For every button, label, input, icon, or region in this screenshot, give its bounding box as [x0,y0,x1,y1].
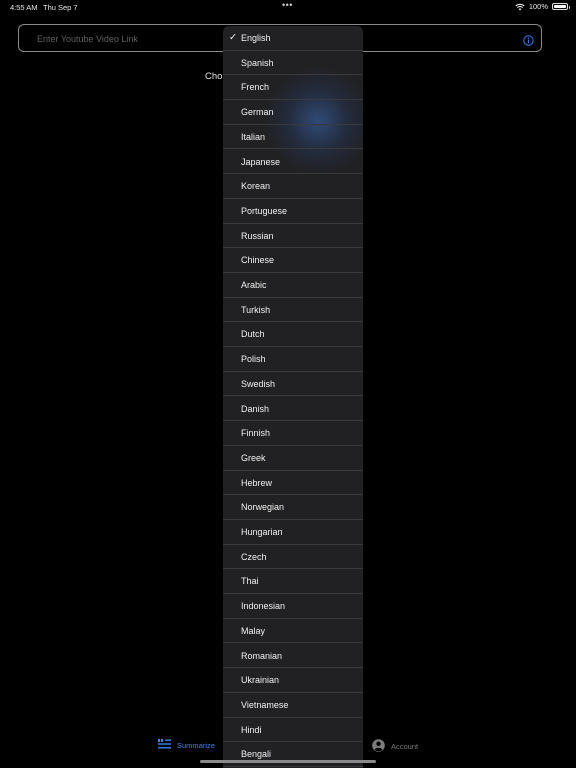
language-option[interactable]: Turkish [223,298,363,323]
language-option[interactable]: Hebrew [223,471,363,496]
language-option[interactable]: Danish [223,397,363,422]
language-option[interactable]: Russian [223,224,363,249]
checkmark-icon: ✓ [229,32,237,43]
language-option-label: Danish [241,403,270,414]
language-option-label: Arabic [241,280,267,290]
divider [223,765,363,767]
status-date: Thu Sep 7 [43,3,78,12]
language-option-label: Dutch [241,329,265,340]
language-option-label: Czech [241,551,267,562]
multitasking-dots[interactable]: ••• [282,0,293,10]
language-option[interactable]: Norwegian [223,495,363,520]
language-option[interactable]: Greek [223,446,363,471]
language-option-label: Greek [241,452,266,463]
video-link-input[interactable] [37,32,237,46]
home-indicator [200,760,376,763]
language-option-label: Italian [241,131,266,142]
language-option[interactable]: Chinese [223,248,363,273]
info-icon[interactable] [523,33,534,46]
status-time: 4:55 AM [10,3,38,12]
language-option[interactable]: Arabic [223,273,363,298]
language-option-label: German [241,107,274,118]
language-option[interactable]: Japanese [223,150,363,175]
language-option[interactable]: Finnish [223,421,363,446]
language-option-label: Spanish [241,57,274,68]
language-option-label: Malay [241,625,266,636]
language-option-label: Polish [241,354,266,365]
language-option[interactable]: Romanian [223,644,363,669]
battery-percent: 100% [528,2,548,11]
app-screen: 4:55 AM Thu Sep 7 ••• 100% Ch [0,0,576,768]
language-option-label: Thai [241,576,259,587]
choose-language-label: Cho [205,71,223,82]
language-option[interactable]: Vietnamese [223,693,363,718]
language-option[interactable]: Hungarian [223,520,363,545]
wifi-icon [515,3,525,11]
language-option-label: Hebrew [241,477,273,488]
language-option[interactable]: Polish [223,347,363,372]
language-option-label: Russian [241,230,274,241]
language-option[interactable]: Ukrainian [223,668,363,693]
status-bar: 4:55 AM Thu Sep 7 ••• 100% [0,0,576,14]
language-option-label: Finnish [241,428,271,439]
language-option-label: Ukrainian [241,675,280,686]
language-option-label: English [241,33,271,43]
language-option[interactable]: Korean [223,174,363,199]
language-option[interactable]: Swedish [223,372,363,397]
language-option-label: Norwegian [241,502,285,513]
language-option[interactable]: Bengali [223,742,363,767]
language-option[interactable]: French [223,75,363,101]
language-option-label: Chinese [241,255,275,266]
tab-account-label: Account [391,742,419,751]
language-option-label: French [241,82,270,93]
language-option[interactable]: German [223,100,363,125]
tab-summarize-label: Summarize [177,740,215,750]
language-option[interactable]: Italian [223,125,363,150]
language-dropdown-menu[interactable]: ✓ English Spanish French German Italian Japane… [223,26,363,768]
language-option-label: Indonesian [241,601,286,612]
status-right: 100% [515,2,570,11]
language-option[interactable]: ✓ English [223,26,363,51]
language-option[interactable]: Malay [223,619,363,644]
account-icon [372,739,385,754]
language-option[interactable]: Dutch [223,322,363,348]
language-option-label: Vietnamese [241,699,289,710]
language-option-label: Turkish [241,304,271,315]
language-option[interactable]: Thai [223,569,363,595]
tab-account[interactable]: Account [372,739,418,754]
battery-icon [552,3,570,10]
language-option-label: Japanese [241,156,281,167]
language-option[interactable]: Indonesian [223,594,363,619]
language-option-label: Swedish [241,378,276,389]
language-option[interactable]: Spanish [223,51,363,76]
language-option[interactable]: Portuguese [223,199,363,224]
language-option-label: Hungarian [241,527,283,537]
language-option-label: Portuguese [241,205,288,216]
summarize-icon [158,739,171,751]
language-option-label: Hindi [241,724,262,735]
language-option[interactable]: Hindi [223,718,363,743]
tab-summarize[interactable]: Summarize [158,739,215,751]
language-option-label: Romanian [241,650,283,661]
language-option-label: Bengali [241,749,272,760]
language-option-label: Korean [241,181,271,192]
language-option[interactable]: Czech [223,545,363,570]
